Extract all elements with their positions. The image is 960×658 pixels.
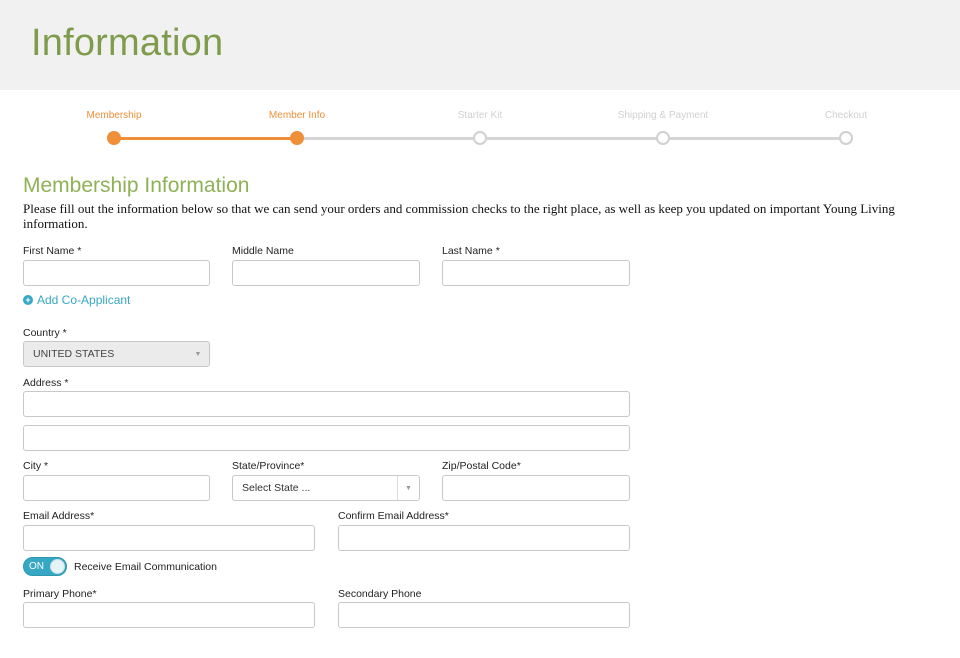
email-communication-toggle[interactable]: ON: [23, 557, 67, 576]
dropdown-arrow-icon: ▼: [397, 476, 419, 500]
step-label: Membership: [86, 110, 142, 121]
step-dot: [839, 131, 853, 145]
add-coapplicant-label: Add Co-Applicant: [37, 293, 131, 307]
step-label: Shipping & Payment: [617, 110, 709, 121]
country-select[interactable]: UNITED STATES ▼: [23, 341, 210, 367]
email-input[interactable]: [23, 525, 315, 551]
zip-label: Zip/Postal Code*: [442, 460, 521, 472]
toggle-state: ON: [29, 561, 44, 572]
address-line1-input[interactable]: [23, 391, 630, 417]
secondary-phone-label: Secondary Phone: [338, 588, 422, 600]
first-name-input[interactable]: [23, 260, 210, 286]
state-value: Select State ...: [242, 482, 311, 494]
step-dot: [656, 131, 670, 145]
progress-line-remaining: [297, 137, 846, 140]
step-membership[interactable]: Membership: [34, 110, 194, 145]
city-label: City *: [23, 460, 49, 472]
step-dot: [473, 131, 487, 145]
step-dot: [290, 131, 304, 145]
progress-steps: Membership Member Info Starter Kit Shipp…: [0, 110, 960, 160]
address-line2-input[interactable]: [23, 425, 630, 451]
country-value: UNITED STATES: [33, 348, 115, 360]
plus-circle-icon: +: [23, 295, 33, 305]
secondary-phone-input[interactable]: [338, 602, 630, 628]
city-input[interactable]: [23, 475, 210, 501]
middle-name-label: Middle Name: [232, 245, 294, 257]
step-starter-kit[interactable]: Starter Kit: [400, 110, 560, 145]
page-title: Information: [31, 22, 224, 64]
primary-phone-label: Primary Phone*: [23, 588, 97, 600]
middle-name-input[interactable]: [232, 260, 420, 286]
state-label: State/Province*: [232, 460, 305, 472]
first-name-label: First Name *: [23, 245, 82, 257]
step-dot: [107, 131, 121, 145]
section-title: Membership Information: [23, 174, 250, 197]
step-member-info[interactable]: Member Info: [217, 110, 377, 145]
progress-line-complete: [114, 137, 297, 140]
page-header: Information: [0, 0, 960, 90]
intro-text: Please fill out the information below so…: [23, 201, 895, 231]
primary-phone-input[interactable]: [23, 602, 315, 628]
step-checkout[interactable]: Checkout: [766, 110, 926, 145]
step-label: Member Info: [268, 110, 326, 121]
step-label: Starter Kit: [457, 110, 503, 121]
step-shipping-payment[interactable]: Shipping & Payment: [583, 110, 743, 145]
state-select[interactable]: Select State ... ▼: [232, 475, 420, 501]
zip-input[interactable]: [442, 475, 630, 501]
dropdown-arrow-icon: ▼: [194, 350, 202, 358]
confirm-email-input[interactable]: [338, 525, 630, 551]
last-name-label: Last Name *: [442, 245, 500, 257]
add-coapplicant-link[interactable]: + Add Co-Applicant: [23, 293, 130, 307]
toggle-knob: [50, 559, 65, 574]
address-label: Address *: [23, 377, 69, 389]
last-name-input[interactable]: [442, 260, 630, 286]
email-communication-label: Receive Email Communication: [74, 561, 217, 573]
email-label: Email Address*: [23, 510, 95, 522]
step-label: Checkout: [824, 110, 868, 121]
country-label: Country *: [23, 327, 67, 339]
confirm-email-label: Confirm Email Address*: [338, 510, 449, 522]
